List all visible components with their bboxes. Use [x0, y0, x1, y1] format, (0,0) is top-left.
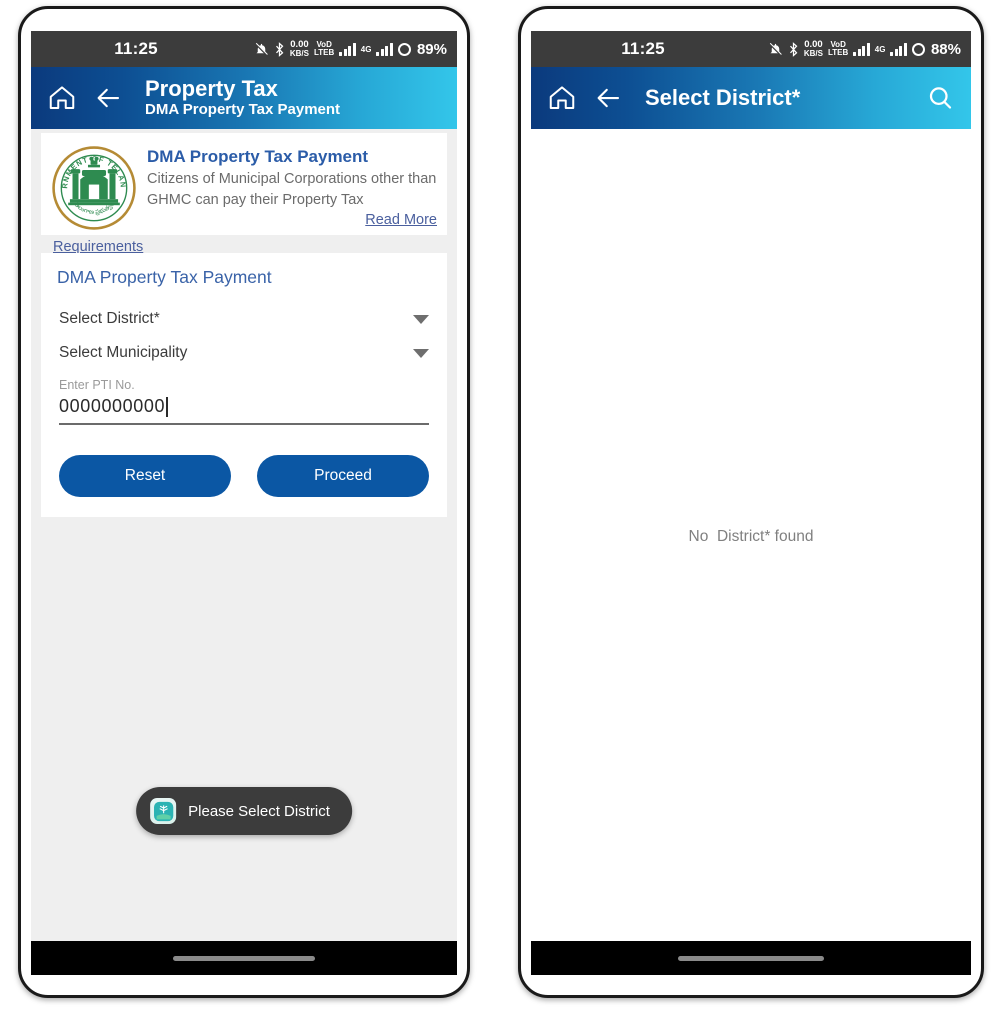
back-arrow-icon[interactable]: [593, 83, 623, 113]
chevron-down-icon: [413, 314, 429, 324]
signal-bars-sim2: [376, 42, 393, 56]
volte-indicator: VoD LTEB: [314, 41, 334, 57]
pti-input[interactable]: 0000000000: [59, 396, 429, 425]
info-card: GOVERNMENT OF TELANGANA: [41, 133, 447, 255]
status-icons: 0.00 KB/S VoD LTEB 4G 89%: [254, 40, 447, 58]
pti-field-hint: Enter PTI No.: [59, 378, 135, 392]
page-title: Property Tax: [145, 75, 278, 101]
app-bar-right: Select District*: [531, 67, 971, 129]
data-rate-indicator: 0.00 KB/S: [804, 40, 823, 58]
screenshot-stage: 11:25 0.00 KB/S VoD LTEB 4G 89% Property…: [0, 0, 1002, 1016]
volte-line2: LTEB: [828, 48, 849, 57]
search-icon[interactable]: [925, 83, 955, 113]
toast-message: Please Select District: [188, 802, 330, 820]
status-icons: 0.00 KB/S VoD LTEB 4G 88%: [768, 40, 961, 58]
battery-icon: [397, 42, 411, 56]
page-subtitle: DMA Property Tax Payment: [145, 101, 341, 119]
screen-left: 11:25 0.00 KB/S VoD LTEB 4G 89% Property…: [31, 31, 457, 975]
data-rate-indicator: 0.00 KB/S: [290, 40, 309, 58]
bluetooth-icon: [789, 41, 798, 57]
pti-field-group: Enter PTI No. 0000000000: [57, 378, 431, 425]
toast-notification: Please Select District: [136, 787, 352, 835]
signal-bars-sim1: [339, 42, 356, 56]
telangana-government-emblem: GOVERNMENT OF TELANGANA: [48, 138, 137, 231]
bell-muted-icon: [769, 42, 782, 56]
page-title: Select District*: [645, 85, 801, 110]
empty-state-message: No District* found: [688, 528, 814, 545]
reset-button[interactable]: Reset: [59, 455, 231, 497]
battery-icon: [911, 42, 925, 56]
network-type-label: 4G: [360, 44, 372, 54]
volte-indicator: VoD LTEB: [828, 41, 848, 57]
municipality-dropdown[interactable]: Select Municipality: [57, 336, 431, 370]
signal-bars-sim1: [853, 42, 870, 56]
signal-bars-sim2: [890, 42, 907, 56]
back-arrow-icon[interactable]: [93, 83, 123, 113]
proceed-button[interactable]: Proceed: [257, 455, 429, 497]
volte-line2: LTEB: [314, 48, 335, 57]
data-rate-unit: KB/S: [289, 48, 309, 58]
battery-percent: 89%: [416, 40, 447, 58]
bluetooth-icon: [275, 41, 284, 57]
gesture-bar-right[interactable]: [531, 941, 971, 975]
status-bar-right: 11:25 0.00 KB/S VoD LTEB 4G 88%: [531, 31, 971, 67]
municipality-dropdown-label: Select Municipality: [59, 344, 188, 361]
phone-left: 11:25 0.00 KB/S VoD LTEB 4G 89% Property…: [18, 6, 470, 998]
phone-right: 11:25 0.00 KB/S VoD LTEB 4G 88% Select D…: [518, 6, 984, 998]
district-dropdown[interactable]: Select District*: [57, 302, 431, 336]
screen-right: 11:25 0.00 KB/S VoD LTEB 4G 88% Select D…: [531, 31, 971, 975]
gesture-pill[interactable]: [173, 955, 315, 961]
network-type-label: 4G: [874, 44, 886, 54]
app-icon: [150, 798, 177, 824]
bell-muted-icon: [255, 42, 268, 56]
form-title: DMA Property Tax Payment: [57, 267, 272, 287]
app-bar-titles: Property Tax DMA Property Tax Payment: [145, 75, 341, 120]
district-dropdown-label: Select District*: [59, 310, 160, 327]
content-left: GOVERNMENT OF TELANGANA: [31, 129, 457, 975]
info-card-text: DMA Property Tax Payment Citizens of Mun…: [147, 145, 437, 231]
home-icon[interactable]: [547, 83, 577, 113]
form-card: DMA Property Tax Payment Select District…: [41, 253, 447, 517]
info-card-description: Citizens of Municipal Corporations other…: [147, 171, 437, 208]
text-cursor: [166, 396, 168, 417]
form-actions: Reset Proceed: [57, 455, 431, 497]
data-rate-unit: KB/S: [803, 48, 823, 58]
gesture-pill[interactable]: [678, 955, 824, 961]
empty-state-container: No District* found: [531, 129, 971, 975]
app-bar-left: Property Tax DMA Property Tax Payment: [31, 67, 457, 129]
read-more-link[interactable]: Read More: [147, 212, 437, 228]
gesture-bar-left[interactable]: [31, 941, 457, 975]
status-bar-left: 11:25 0.00 KB/S VoD LTEB 4G 89%: [31, 31, 457, 67]
home-icon[interactable]: [47, 83, 77, 113]
pti-input-value: 0000000000: [59, 396, 166, 416]
chevron-down-icon: [413, 348, 429, 358]
info-card-title: DMA Property Tax Payment: [147, 147, 369, 166]
battery-percent: 88%: [930, 40, 961, 58]
